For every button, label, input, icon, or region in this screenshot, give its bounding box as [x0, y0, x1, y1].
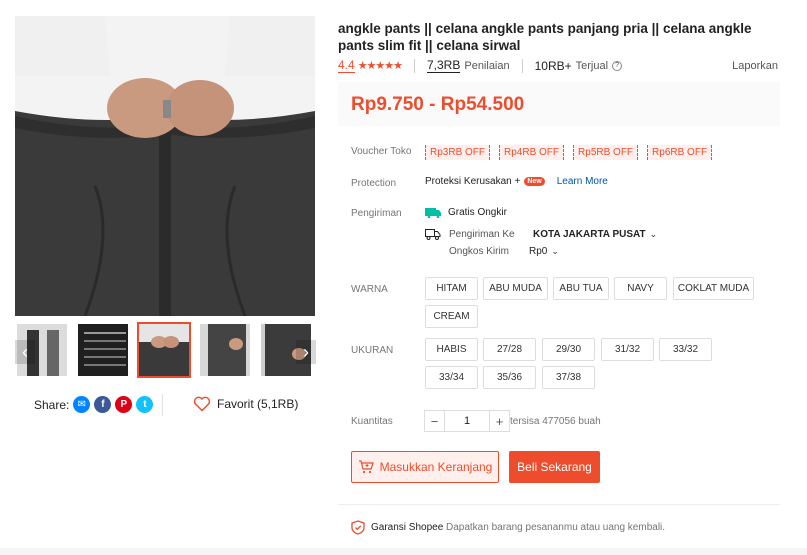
price-box: Rp9.750 - Rp54.500 [338, 82, 780, 126]
size-option[interactable]: 35/36 [483, 366, 536, 389]
quantity-label: Kuantitas [351, 416, 393, 427]
pinterest-icon[interactable]: P [115, 396, 133, 413]
chevron-left-icon[interactable]: ‹ [15, 340, 35, 364]
report-link[interactable]: Laporkan [732, 60, 778, 72]
buy-now-button[interactable]: Beli Sekarang [509, 451, 600, 483]
share-row: Share: ✉ f P t [34, 396, 154, 413]
guarantee-label[interactable]: Garansi Shopee [371, 522, 443, 533]
size-option[interactable]: HABIS [425, 338, 478, 361]
color-label: WARNA [351, 284, 388, 295]
color-option-abu-muda[interactable]: ABU MUDA [483, 277, 548, 300]
size-label: UKURAN [351, 345, 394, 356]
facebook-icon[interactable]: f [94, 396, 112, 413]
ship-to-label: Pengiriman Ke [449, 228, 515, 240]
voucher-label: Voucher Toko [351, 146, 412, 157]
share-label: Share: [34, 397, 70, 412]
add-to-cart-label: Masukkan Keranjang [379, 460, 493, 474]
learn-more-link[interactable]: Learn More [557, 176, 608, 187]
protection-row: Proteksi Kerusakan + New Learn More [425, 176, 608, 187]
thumbnail-strip [15, 322, 315, 378]
chevron-down-icon[interactable]: ⌄ [551, 246, 559, 257]
reviews-count[interactable]: 7,3RB [427, 58, 461, 73]
help-icon[interactable]: ? [612, 60, 623, 71]
sold-count: 10RB+ [534, 58, 572, 73]
quantity-input[interactable]: 1 [445, 410, 489, 432]
color-option-coklat-muda[interactable]: COKLAT MUDA [673, 277, 754, 300]
thumbnail-4[interactable] [198, 322, 252, 378]
truck-free-icon [425, 208, 441, 218]
thumbnail-2[interactable] [76, 322, 130, 378]
chevron-down-icon[interactable]: ⌄ [650, 229, 658, 240]
quantity-stepper: − 1 + [424, 410, 510, 432]
shield-icon [351, 520, 365, 535]
shipping-cost-value[interactable]: Rp0 [529, 246, 547, 257]
chevron-right-icon[interactable]: › [296, 340, 316, 364]
new-badge: New [524, 177, 545, 186]
product-detail-card: ‹ › Share: ✉ f P t Favorit (5,1RB) angkl… [0, 0, 807, 555]
color-option-hitam[interactable]: HITAM [425, 277, 478, 300]
color-option-navy[interactable]: NAVY [614, 277, 667, 300]
thumbnail-3-selected[interactable] [137, 322, 191, 378]
twitter-icon[interactable]: t [136, 396, 154, 413]
shipping-cost-row: Ongkos Kirim Rp0 ⌄ [449, 246, 559, 257]
quantity-plus-button[interactable]: + [489, 410, 510, 432]
heart-icon [193, 396, 211, 412]
protection-label: Protection [351, 178, 397, 189]
color-option-cream[interactable]: CREAM [425, 305, 478, 328]
protection-text: Proteksi Kerusakan + [425, 176, 521, 187]
free-shipping-text: Gratis Ongkir [448, 206, 507, 218]
stock-text: tersisa 477056 buah [510, 416, 601, 427]
star-rating-icon: ★★★★★ [357, 60, 403, 72]
size-option[interactable]: 37/38 [542, 366, 595, 389]
voucher-chip[interactable]: Rp5RB OFF [573, 145, 639, 160]
voucher-chip[interactable]: Rp6RB OFF [647, 145, 713, 160]
favorite-label: Favorit (5,1RB) [217, 397, 299, 411]
size-option[interactable]: 31/32 [601, 338, 654, 361]
size-option[interactable]: 29/30 [542, 338, 595, 361]
guarantee-description: Dapatkan barang pesananmu atau uang kemb… [446, 522, 666, 533]
shipping-label: Pengiriman [351, 208, 402, 219]
color-option-abu-tua[interactable]: ABU TUA [553, 277, 609, 300]
ship-to-value[interactable]: KOTA JAKARTA PUSAT [533, 229, 646, 240]
rating-value[interactable]: 4.4 [338, 58, 355, 73]
product-stats: 4.4 ★★★★★ 7,3RB Penilaian 10RB+ Terjual … [338, 58, 778, 73]
voucher-chip[interactable]: Rp4RB OFF [499, 145, 565, 160]
page-background-strip [0, 548, 807, 555]
add-to-cart-button[interactable]: Masukkan Keranjang [351, 451, 499, 483]
product-title: angkle pants || celana angkle pants panj… [338, 21, 752, 53]
main-product-image[interactable] [15, 16, 315, 316]
divider [338, 504, 780, 505]
quantity-minus-button[interactable]: − [424, 410, 445, 432]
favorite-button[interactable]: Favorit (5,1RB) [193, 396, 298, 412]
size-option[interactable]: 27/28 [483, 338, 536, 361]
voucher-list: Rp3RB OFF Rp4RB OFF Rp5RB OFF Rp6RB OFF [425, 144, 721, 160]
ship-to-row: Pengiriman Ke KOTA JAKARTA PUSAT ⌄ [425, 228, 657, 240]
messenger-icon[interactable]: ✉ [73, 396, 91, 413]
truck-icon [425, 229, 441, 240]
size-option[interactable]: 33/32 [659, 338, 712, 361]
sold-label: Terjual [575, 59, 609, 72]
shipping-cost-label: Ongkos Kirim [449, 246, 510, 257]
price-range: Rp9.750 - Rp54.500 [351, 94, 525, 115]
guarantee-row: Garansi Shopee [351, 520, 443, 535]
divider [162, 394, 163, 416]
voucher-chip[interactable]: Rp3RB OFF [425, 145, 491, 160]
cart-icon [358, 460, 374, 474]
free-shipping-row: Gratis Ongkir [425, 206, 507, 218]
reviews-label: Penilaian [464, 59, 510, 72]
size-option[interactable]: 33/34 [425, 366, 478, 389]
